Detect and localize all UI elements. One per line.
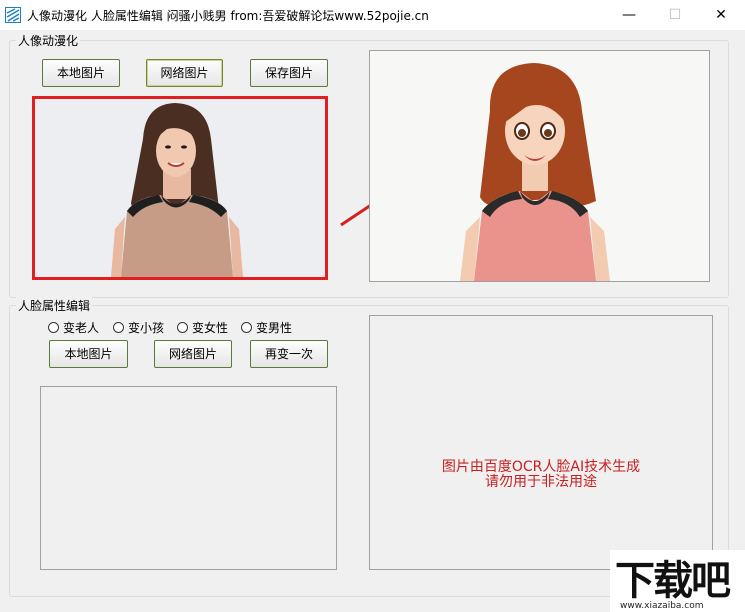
transform-again-button[interactable]: 再变一次	[250, 340, 328, 368]
maximize-button[interactable]: ☐	[652, 0, 698, 30]
face-result-panel: 图片由百度OCR人脸AI技术生成 请勿用于非法用途	[369, 315, 713, 570]
option-child-label: 变小孩	[128, 321, 165, 335]
option-female-label: 变女性	[192, 321, 229, 335]
client-area: 人像动漫化 本地图片 网络图片 保存图片 人脸属性编辑 变老人 变小孩 变女性 …	[0, 30, 745, 612]
option-child-radio[interactable]: 变小孩	[113, 319, 164, 336]
watermark-text: 下载吧	[615, 558, 731, 604]
watermark-logo: 下载吧 www.xiazaiba.com	[610, 550, 745, 612]
option-female-radio[interactable]: 变女性	[177, 319, 228, 336]
window-title: 人像动漫化 人脸属性编辑 闷骚小贱男 from:吾爱破解论坛www.52poji…	[27, 9, 429, 23]
anime-result-panel	[369, 50, 710, 282]
anime-local-image-button[interactable]: 本地图片	[42, 59, 120, 87]
app-icon	[5, 7, 21, 23]
face-edit-group-legend: 人脸属性编辑	[16, 297, 93, 314]
face-option-group: 变老人 变小孩 变女性 变男性	[48, 319, 358, 335]
close-button[interactable]: ✕	[698, 0, 744, 30]
option-old-radio[interactable]: 变老人	[48, 319, 99, 336]
option-male-label: 变男性	[256, 321, 293, 335]
source-photo-frame	[32, 96, 328, 280]
radio-circle-icon[interactable]	[177, 322, 188, 333]
option-male-radio[interactable]: 变男性	[241, 319, 292, 336]
notice-line-2: 请勿用于非法用途	[485, 474, 597, 490]
save-image-button[interactable]: 保存图片	[250, 59, 328, 87]
source-photo-image	[35, 99, 325, 277]
face-local-image-button[interactable]: 本地图片	[49, 340, 128, 368]
anime-group-legend: 人像动漫化	[16, 32, 81, 49]
title-bar: 人像动漫化 人脸属性编辑 闷骚小贱男 from:吾爱破解论坛www.52poji…	[0, 0, 745, 30]
minimize-button[interactable]: —	[606, 0, 652, 30]
radio-circle-icon[interactable]	[48, 322, 59, 333]
option-old-label: 变老人	[63, 321, 100, 335]
notice-line-1: 图片由百度OCR人脸AI技术生成	[441, 459, 641, 475]
anime-result-image	[370, 51, 709, 281]
radio-circle-icon[interactable]	[241, 322, 252, 333]
face-net-image-button[interactable]: 网络图片	[154, 340, 232, 368]
face-source-panel	[40, 386, 337, 570]
watermark-url: www.xiazaiba.com	[620, 601, 704, 611]
anime-net-image-button[interactable]: 网络图片	[146, 59, 223, 87]
radio-circle-icon[interactable]	[113, 322, 124, 333]
